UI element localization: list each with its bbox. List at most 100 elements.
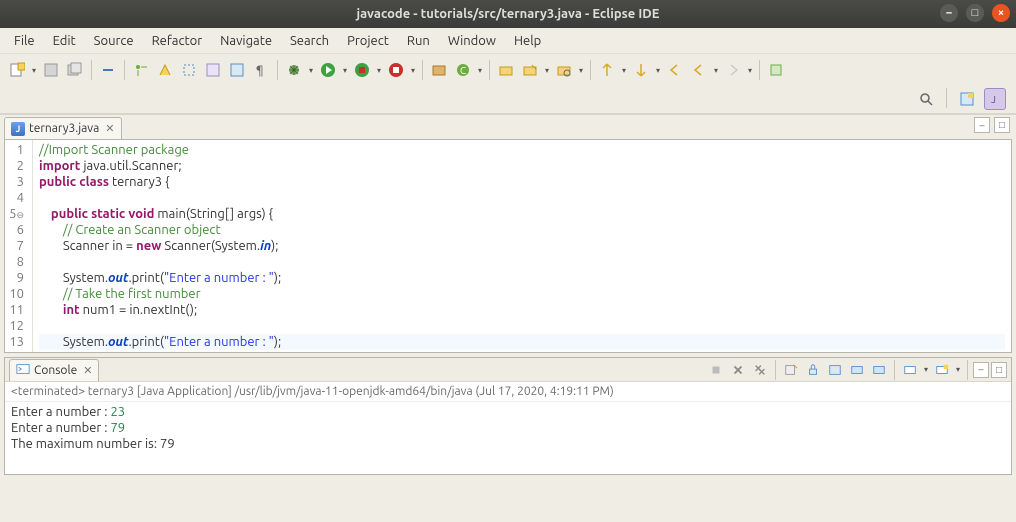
menu-file[interactable]: File — [6, 32, 43, 50]
close-icon[interactable]: ✕ — [105, 122, 114, 135]
dropdown-icon[interactable]: ▾ — [577, 66, 585, 75]
dropdown-icon[interactable]: ▾ — [746, 66, 754, 75]
line-number-gutter: 12345⊖678910111213 — [5, 140, 33, 352]
console-maximize-button[interactable]: □ — [991, 362, 1007, 378]
back-history-icon[interactable] — [688, 59, 710, 81]
menu-run[interactable]: Run — [399, 32, 438, 50]
open-type-icon[interactable] — [495, 59, 517, 81]
new-package-icon[interactable] — [428, 59, 450, 81]
dropdown-icon[interactable]: ▾ — [409, 66, 417, 75]
dropdown-icon[interactable]: ▾ — [712, 66, 720, 75]
perspective-open-icon[interactable] — [956, 88, 978, 110]
dropdown-icon[interactable]: ▾ — [375, 66, 383, 75]
menu-source[interactable]: Source — [86, 32, 142, 50]
display-console-icon[interactable] — [900, 360, 920, 380]
forward-history-icon[interactable] — [722, 59, 744, 81]
console-tab-label: Console — [34, 364, 77, 377]
run-icon[interactable] — [317, 59, 339, 81]
close-icon[interactable]: ✕ — [83, 364, 92, 377]
link-icon[interactable] — [97, 59, 119, 81]
dropdown-icon[interactable]: ▾ — [620, 66, 628, 75]
window-titlebar: javacode - tutorials/src/ternary3.java -… — [0, 0, 1016, 28]
console-icon — [16, 362, 30, 379]
next-annotation-icon[interactable] — [630, 59, 652, 81]
pin-icon[interactable] — [765, 59, 787, 81]
window-close-button[interactable]: × — [992, 4, 1010, 22]
scroll-lock-icon[interactable] — [803, 360, 823, 380]
svg-text:C: C — [460, 65, 466, 76]
highlight-icon[interactable] — [154, 59, 176, 81]
debug-icon[interactable] — [283, 59, 305, 81]
save-icon[interactable] — [40, 59, 62, 81]
window-maximize-button[interactable]: □ — [966, 4, 984, 22]
save-all-icon[interactable] — [64, 59, 86, 81]
dropdown-icon[interactable]: ▾ — [341, 66, 349, 75]
console-tab[interactable]: Console ✕ — [9, 359, 99, 381]
remove-all-icon[interactable] — [750, 360, 770, 380]
toolbar-separator — [759, 60, 760, 80]
menu-edit[interactable]: Edit — [45, 32, 84, 50]
terminate-icon[interactable] — [706, 360, 726, 380]
menu-refactor[interactable]: Refactor — [144, 32, 211, 50]
toolbar-separator — [894, 360, 895, 380]
pin-console-icon[interactable] — [869, 360, 889, 380]
editor-tab-ternary3[interactable]: J ternary3.java ✕ — [4, 117, 122, 139]
editor-zone: J ternary3.java ✕ – □ 12345⊖678910111213… — [0, 114, 1016, 353]
dropdown-icon[interactable]: ▾ — [922, 365, 930, 374]
toolbar-separator — [590, 60, 591, 80]
editor-tabstrip: J ternary3.java ✕ – □ — [0, 115, 1016, 139]
toolbar-separator — [277, 60, 278, 80]
toolbar-separator — [967, 360, 968, 380]
open-console-icon[interactable] — [932, 360, 952, 380]
show-console-icon[interactable] — [847, 360, 867, 380]
console-output[interactable]: Enter a number : 23Enter a number : 79Th… — [5, 402, 1011, 454]
menu-navigate[interactable]: Navigate — [212, 32, 280, 50]
menu-search[interactable]: Search — [282, 32, 337, 50]
search-icon[interactable] — [915, 88, 937, 110]
console-tabstrip: Console ✕ ▾ ▾ – □ — [5, 358, 1011, 382]
dropdown-icon[interactable]: ▾ — [307, 66, 315, 75]
dropdown-icon[interactable]: ▾ — [476, 66, 484, 75]
java-file-icon: J — [11, 122, 25, 136]
dropdown-icon[interactable]: ▾ — [954, 365, 962, 374]
show-whitespace-icon[interactable] — [202, 59, 224, 81]
toolbar-separator — [124, 60, 125, 80]
search-folder-icon[interactable] — [553, 59, 575, 81]
word-wrap-icon[interactable] — [825, 360, 845, 380]
menu-help[interactable]: Help — [506, 32, 549, 50]
back-icon[interactable] — [664, 59, 686, 81]
menu-window[interactable]: Window — [440, 32, 504, 50]
run-last-icon[interactable] — [385, 59, 407, 81]
toggle-breadcrumb-icon[interactable] — [130, 59, 152, 81]
toolbar-separator — [489, 60, 490, 80]
open-task-icon[interactable] — [519, 59, 541, 81]
svg-text:J: J — [991, 94, 996, 105]
console-status: <terminated> ternary3 [Java Application]… — [5, 382, 1011, 402]
paragraph-icon[interactable]: ¶ — [250, 59, 272, 81]
toolbar-separator — [422, 60, 423, 80]
dropdown-icon[interactable]: ▾ — [543, 66, 551, 75]
new-icon[interactable] — [6, 59, 28, 81]
code-content[interactable]: //Import Scanner packageimport java.util… — [33, 140, 1011, 352]
window-title: javacode - tutorials/src/ternary3.java -… — [357, 7, 660, 21]
editor-minimize-button[interactable]: – — [974, 117, 990, 133]
clear-console-icon[interactable] — [781, 360, 801, 380]
toolbar-separator — [946, 88, 947, 108]
console-minimize-button[interactable]: – — [973, 362, 989, 378]
window-minimize-button[interactable]: – — [940, 4, 958, 22]
prev-annotation-icon[interactable] — [596, 59, 618, 81]
toolbar-separator — [91, 60, 92, 80]
java-perspective-icon[interactable]: J — [984, 88, 1006, 110]
coverage-icon[interactable] — [351, 59, 373, 81]
menubar: File Edit Source Refactor Navigate Searc… — [0, 28, 1016, 54]
menu-project[interactable]: Project — [339, 32, 397, 50]
wrap-icon[interactable] — [226, 59, 248, 81]
remove-launch-icon[interactable] — [728, 360, 748, 380]
block-select-icon[interactable] — [178, 59, 200, 81]
code-editor[interactable]: 12345⊖678910111213 //Import Scanner pack… — [4, 139, 1012, 353]
dropdown-icon[interactable]: ▾ — [654, 66, 662, 75]
svg-text:¶: ¶ — [256, 64, 264, 77]
new-class-icon[interactable]: C — [452, 59, 474, 81]
dropdown-icon[interactable]: ▾ — [30, 66, 38, 75]
editor-maximize-button[interactable]: □ — [994, 117, 1010, 133]
